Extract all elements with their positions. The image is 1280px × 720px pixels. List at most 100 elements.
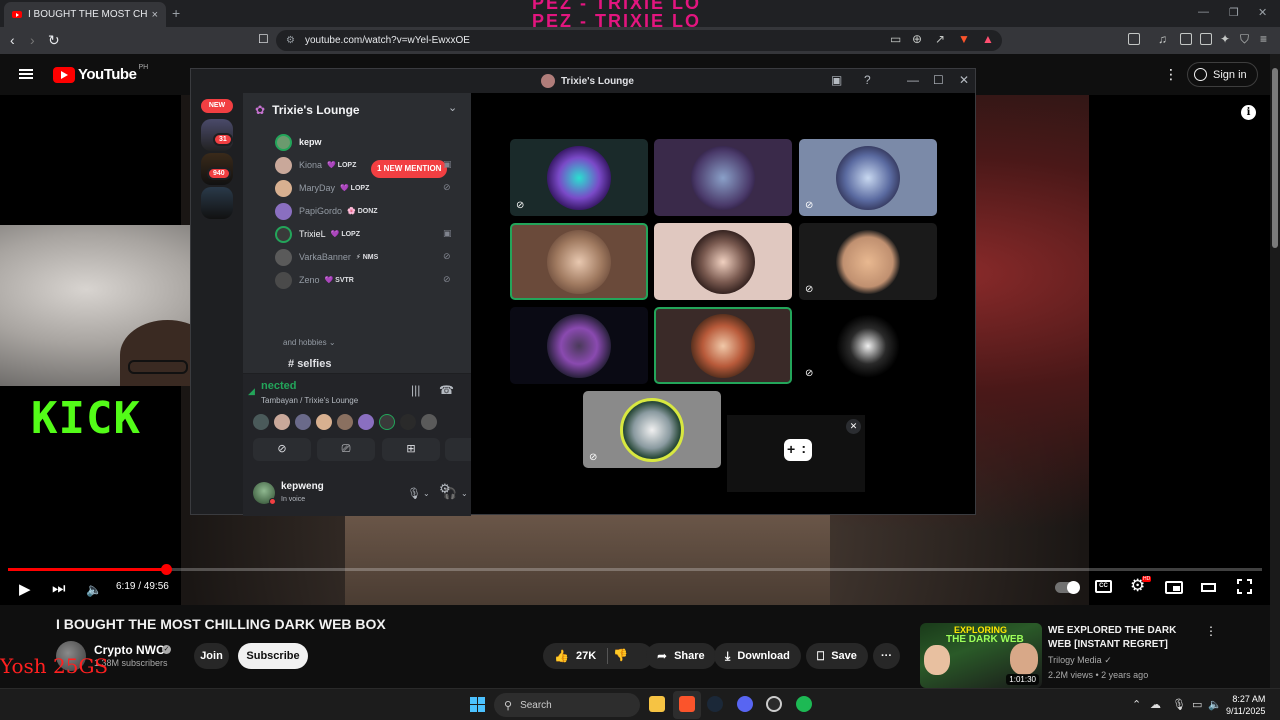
tray-mic-icon[interactable]: 🎙: [1172, 698, 1186, 711]
theater-mode-icon[interactable]: [1201, 583, 1216, 592]
join-button[interactable]: Join: [194, 643, 229, 669]
brave-shields-icon[interactable]: ▼: [958, 32, 970, 46]
settings-kebab-icon[interactable]: ⋮: [1164, 66, 1178, 83]
camera-off-button[interactable]: ⊘: [253, 438, 311, 461]
minimize-icon[interactable]: —: [1198, 6, 1209, 18]
user-settings-gear-icon[interactable]: ⚙: [439, 481, 451, 497]
discord-titlebar[interactable]: Trixie's Lounge ▣ ? — ☐ ✕: [191, 69, 975, 93]
guide-menu-icon[interactable]: [19, 69, 33, 79]
autoplay-toggle[interactable]: [1055, 581, 1080, 594]
browser-tab-youtube[interactable]: I BOUGHT THE MOST CHILLING ×: [4, 2, 166, 27]
volume-tray-icon[interactable]: 🔈: [1208, 698, 1222, 711]
volume-icon[interactable]: 🔈: [86, 582, 102, 598]
steam-icon[interactable]: [707, 696, 723, 712]
discord-minimize-icon[interactable]: —: [907, 73, 919, 87]
page-scrollbar[interactable]: [1270, 54, 1280, 688]
recommended-title[interactable]: WE EXPLORED THE DARK WEB [INSTANT REGRET…: [1048, 624, 1198, 652]
new-unreads-pill[interactable]: NEW: [201, 99, 233, 113]
onedrive-icon[interactable]: ☁: [1150, 698, 1161, 711]
help-icon[interactable]: ?: [864, 73, 871, 87]
recommended-thumbnail[interactable]: EXPLORING THE DARK WEB 1:01:30: [920, 623, 1042, 688]
menu-icon[interactable]: ≡: [1260, 32, 1267, 46]
close-window-icon[interactable]: ✕: [1258, 6, 1267, 19]
like-button[interactable]: 👍 27K 👎: [543, 643, 653, 669]
zoom-icon[interactable]: ⊕: [912, 32, 922, 46]
thumbs-down-icon[interactable]: 👎: [613, 648, 628, 662]
spotify-icon[interactable]: [796, 696, 812, 712]
discord-icon[interactable]: [737, 696, 753, 712]
scrollbar-thumb[interactable]: [1272, 68, 1278, 248]
vpn-shield-icon[interactable]: ⛉: [1240, 32, 1249, 47]
noise-suppression-icon[interactable]: |||: [411, 383, 420, 397]
tab-close-icon[interactable]: ×: [152, 9, 158, 21]
activities-button[interactable]: ⊞: [382, 438, 440, 461]
next-icon[interactable]: ⏭: [52, 580, 66, 597]
chevron-down-icon[interactable]: ⌄: [448, 101, 457, 114]
share-button[interactable]: ➦ Share: [646, 643, 716, 669]
reading-list-icon[interactable]: [1180, 33, 1192, 45]
url-text[interactable]: youtube.com/watch?v=wYel-EwxxOE: [305, 35, 470, 46]
music-icon[interactable]: ♫: [1158, 32, 1167, 46]
file-explorer-icon[interactable]: [649, 696, 665, 712]
brave-browser-icon[interactable]: [679, 696, 695, 712]
sidebar-panel-icon[interactable]: [1128, 33, 1140, 45]
system-clock[interactable]: 8:27 AM 9/11/2025: [1226, 693, 1265, 717]
tray-chevron-icon[interactable]: ⌃: [1132, 698, 1141, 711]
server-icon-3[interactable]: [201, 187, 233, 219]
share-page-icon[interactable]: ↗: [935, 32, 945, 46]
restore-icon[interactable]: ❐: [1229, 6, 1239, 19]
subscribe-button[interactable]: Subscribe: [238, 643, 308, 669]
participant-tile[interactable]: [654, 139, 792, 216]
sign-in-button[interactable]: Sign in: [1187, 62, 1258, 87]
leo-ai-icon[interactable]: ✦: [1220, 32, 1230, 46]
discord-close-icon[interactable]: ✕: [959, 73, 969, 87]
screen-share-button[interactable]: ⎚: [317, 438, 375, 461]
participant-tile[interactable]: ⊘: [799, 307, 937, 384]
participant-tile[interactable]: [510, 307, 648, 384]
voice-status[interactable]: nected: [261, 380, 296, 392]
mic-options-chevron-icon[interactable]: ⌄: [423, 489, 430, 498]
participant-tile[interactable]: ⊘: [583, 391, 721, 468]
wallet-icon[interactable]: [1200, 33, 1212, 45]
activity-tile[interactable]: [727, 415, 865, 492]
discord-maximize-icon[interactable]: ☐: [933, 73, 944, 87]
recommended-kebab-icon[interactable]: ⋮: [1205, 624, 1217, 638]
voice-member-zeno[interactable]: Zeno 💜 SVTR: [275, 271, 354, 289]
voice-member-papigordo[interactable]: PapiGordo 🌸 DONZ: [275, 202, 378, 220]
user-name[interactable]: kepweng: [281, 481, 324, 492]
participant-tile[interactable]: ⊘: [799, 139, 937, 216]
play-icon[interactable]: ▶: [19, 580, 31, 598]
inbox-icon[interactable]: ▣: [831, 73, 842, 87]
voice-member-kiona[interactable]: Kiona 💜 LOPZ: [275, 156, 356, 174]
microphone-icon[interactable]: 🎙: [407, 487, 421, 500]
participant-tile[interactable]: [654, 223, 792, 300]
voice-location[interactable]: Tambayan / Trixie's Lounge: [261, 396, 358, 405]
participant-tile-speaking[interactable]: [654, 307, 792, 384]
taskbar-search[interactable]: ⚲ Search: [494, 693, 640, 717]
more-actions-button[interactable]: ···: [873, 643, 900, 669]
participant-tile[interactable]: ⊘: [510, 139, 648, 216]
close-activity-icon[interactable]: ✕: [846, 419, 861, 434]
reload-icon[interactable]: ↻: [48, 32, 60, 49]
server-name-header[interactable]: ✿ Trixie's Lounge: [255, 103, 360, 117]
new-mention-pill[interactable]: 1 NEW MENTION: [371, 160, 448, 178]
disconnect-icon[interactable]: ☎: [439, 383, 454, 397]
channel-category[interactable]: and hobbies ⌄: [283, 338, 336, 347]
site-info-icon[interactable]: ⚙: [286, 35, 295, 46]
participant-tile[interactable]: ⊘: [799, 223, 937, 300]
back-icon[interactable]: ‹: [10, 32, 15, 48]
voice-member-maryday[interactable]: MaryDay 💜 LOPZ: [275, 179, 369, 197]
new-tab-button[interactable]: +: [172, 5, 180, 21]
recommended-channel-name[interactable]: Trilogy Media: [1048, 655, 1102, 665]
subtitles-button[interactable]: CC: [1095, 580, 1112, 593]
cast-icon[interactable]: ▭: [890, 32, 901, 46]
windows-start-icon[interactable]: [470, 697, 485, 712]
voice-member-kepw[interactable]: kepw: [275, 133, 327, 151]
fullscreen-icon[interactable]: [1237, 579, 1252, 594]
youtube-logo[interactable]: YouTube PH: [53, 64, 148, 83]
bookmark-icon[interactable]: ☐: [258, 32, 269, 46]
participant-tile-speaking[interactable]: [510, 223, 648, 300]
save-button[interactable]: ⎕ Save: [806, 643, 868, 669]
forward-icon[interactable]: ›: [30, 32, 35, 48]
progress-bar[interactable]: [8, 564, 1262, 575]
